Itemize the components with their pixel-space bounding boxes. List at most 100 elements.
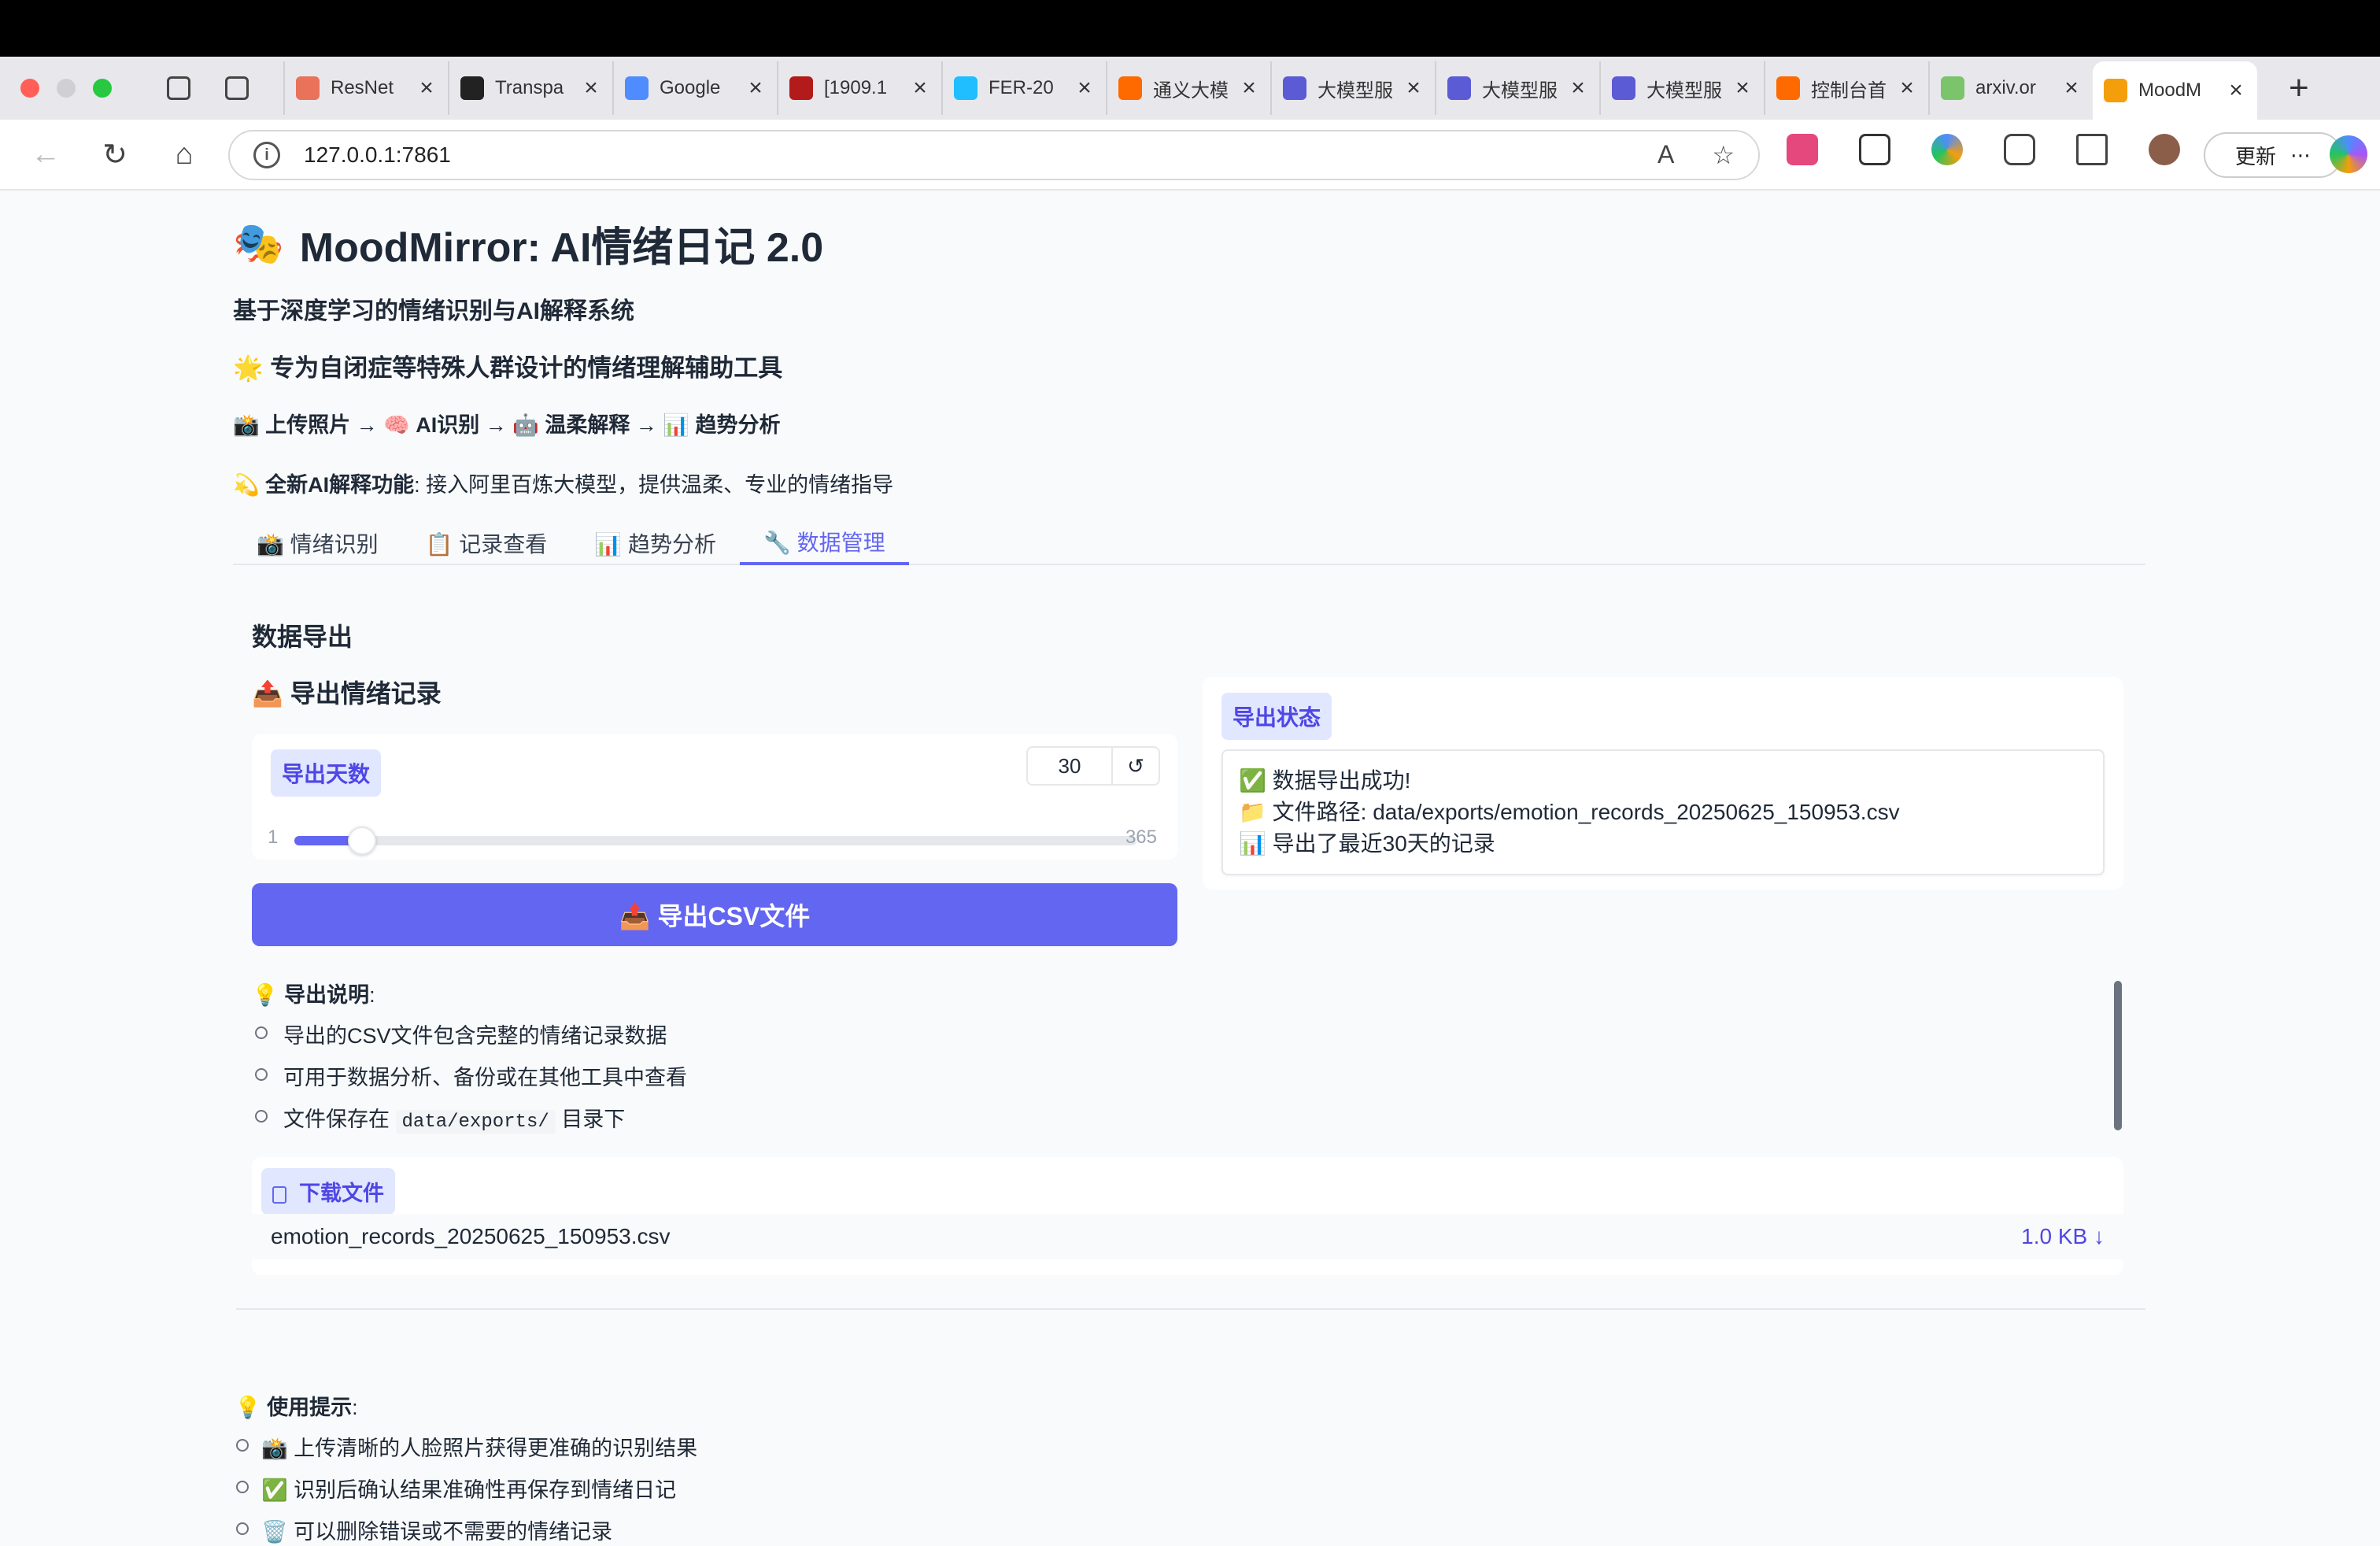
tab-0[interactable]: 📸 情绪识别 — [233, 521, 402, 565]
tips-heading: 💡 使用提示: — [235, 1396, 358, 1419]
page-viewport: 🎭 MoodMirror: AI情绪日记 2.0 基于深度学习的情绪识别与AI解… — [0, 190, 2380, 1546]
status-line: 📊 导出了最近30天的记录 — [1239, 831, 1495, 856]
close-tab-icon[interactable]: × — [1403, 75, 1424, 102]
close-tab-icon[interactable]: × — [1732, 75, 1753, 102]
page-title: 🎭 MoodMirror: AI情绪日记 2.0 — [233, 214, 823, 273]
maximize-window-button[interactable] — [93, 79, 112, 98]
slider-thumb[interactable] — [347, 827, 376, 855]
browser-tab[interactable]: 控制台首 × — [1764, 61, 1928, 115]
url-text: 127.0.0.1:7861 — [304, 142, 451, 167]
close-tab-icon[interactable]: × — [910, 75, 930, 102]
feature-note: 💫 全新AI解释功能: 接入阿里百炼大模型，提供温柔、专业的情绪指导 — [233, 468, 893, 498]
reload-button[interactable]: ↻ — [80, 137, 150, 172]
browser-tab[interactable]: 大模型服 × — [1435, 61, 1599, 115]
favorite-star-icon[interactable]: ☆ — [1712, 140, 1735, 170]
site-info-icon[interactable]: i — [253, 142, 280, 168]
extension-colorful-icon[interactable] — [1931, 134, 1963, 165]
tips-list: 📸 上传清晰的人脸照片获得更准确的识别结果 ✅ 识别后确认结果准确性再保存到情绪… — [233, 1431, 697, 1546]
browser-tab-label: [1909.1 — [824, 77, 888, 98]
close-tab-icon[interactable]: × — [1568, 75, 1588, 102]
app-title: MoodMirror: AI情绪日记 2.0 — [299, 225, 824, 271]
scrollbar-thumb[interactable] — [2114, 981, 2122, 1130]
lightbulb-icon: 💡 — [252, 983, 285, 1007]
tab-3[interactable]: 🔧 数据管理 — [739, 521, 909, 565]
export-status-output: ✅ 数据导出成功! 📁 文件路径: data/exports/emotion_r… — [1221, 749, 2105, 875]
download-file-row[interactable]: emotion_records_20250625_150953.csv 1.0 … — [252, 1214, 2123, 1259]
translate-icon[interactable] — [1787, 134, 1818, 165]
status-line: ✅ 数据导出成功! — [1239, 768, 1411, 793]
close-tab-icon[interactable]: × — [2226, 77, 2246, 104]
home-button[interactable]: ⌂ — [150, 138, 219, 172]
model-icon — [1447, 76, 1471, 100]
browser-tab-label: ResNet — [331, 77, 394, 98]
browser-tab[interactable]: ResNet × — [283, 61, 448, 115]
export-days-value[interactable]: 30 — [1028, 748, 1113, 784]
browser-tab[interactable]: 大模型服 × — [1270, 61, 1435, 115]
browser-tabs: ResNet × Transpa × Google × [1909.1 × FER-20 × 通义大… — [283, 57, 2257, 120]
export-subsection-title: 📤 导出情绪记录 — [252, 679, 442, 708]
close-tab-icon[interactable]: × — [1239, 75, 1259, 102]
close-window-button[interactable] — [20, 79, 39, 98]
tips-title: 使用提示 — [267, 1396, 353, 1419]
new-tab-button[interactable]: + — [2257, 68, 2309, 108]
arxiv-or-icon — [1941, 76, 1964, 100]
browser-tab-label: FER-20 — [989, 77, 1054, 98]
export-days-slider[interactable] — [294, 827, 1136, 855]
browser-tab[interactable]: Transpa × — [448, 61, 612, 115]
close-tab-icon[interactable]: × — [581, 75, 601, 102]
export-days-slider-card: 导出天数 30 ↺ 1 365 — [252, 734, 1177, 860]
read-aloud-icon[interactable]: A — [1658, 140, 1674, 170]
back-button[interactable]: ← — [11, 138, 80, 172]
extensions-puzzle-icon[interactable] — [2004, 134, 2035, 165]
status-line: 📁 文件路径: data/exports/emotion_records_202… — [1239, 800, 1900, 824]
model-icon — [1612, 76, 1635, 100]
aliyun-icon — [1118, 76, 1142, 100]
browser-tab-label: 大模型服 — [1646, 80, 1721, 102]
export-days-number-input[interactable]: 30 ↺ — [1026, 746, 1160, 786]
favorites-icon[interactable] — [2076, 134, 2108, 165]
export-status-card: 导出状态 ✅ 数据导出成功! 📁 文件路径: data/exports/emot… — [1203, 677, 2123, 890]
browser-tab[interactable]: arxiv.or × — [1928, 61, 2093, 115]
slider-min-label: 1 — [268, 827, 279, 848]
tab-actions-menu-icon[interactable] — [225, 76, 249, 100]
github-icon — [460, 76, 484, 100]
masks-icon: 🎭 — [233, 221, 284, 267]
browser-tab[interactable]: [1909.1 × — [777, 61, 941, 115]
close-tab-icon[interactable]: × — [1074, 75, 1095, 102]
close-tab-icon[interactable]: × — [745, 75, 766, 102]
copilot-icon[interactable] — [2330, 135, 2367, 173]
close-tab-icon[interactable]: × — [1897, 75, 1917, 102]
minimize-window-button[interactable] — [57, 79, 76, 98]
model-icon — [1283, 76, 1306, 100]
reset-icon[interactable]: ↺ — [1113, 754, 1159, 779]
export-csv-button[interactable]: 📤 导出CSV文件 — [252, 883, 1177, 946]
browser-tab-label: 控制台首 — [1811, 80, 1886, 102]
browser-tab-label: arxiv.or — [1975, 77, 2036, 98]
workflow-steps: 📸 上传照片 → 🧠 AI识别 → 🤖 温柔解释 → 📊 趋势分析 — [233, 413, 781, 437]
export-section-title: 数据导出 — [252, 623, 353, 651]
more-menu-icon[interactable]: ⋯ — [2290, 143, 2311, 168]
file-name[interactable]: emotion_records_20250625_150953.csv — [271, 1224, 671, 1249]
browser-tab-label: Transpa — [495, 77, 564, 98]
note-text: 文件保存在 — [283, 1108, 396, 1131]
browser-tab[interactable]: 通义大模 × — [1106, 61, 1270, 115]
browser-tab[interactable]: MoodM × — [2093, 61, 2257, 120]
tab-1[interactable]: 📋 记录查看 — [402, 521, 571, 565]
tab-2[interactable]: 📊 趋势分析 — [571, 521, 740, 565]
list-item: 导出的CSV文件包含完整的情绪记录数据 — [252, 1019, 687, 1060]
address-bar[interactable]: i 127.0.0.1:7861 A ☆ — [228, 130, 1760, 180]
update-button[interactable]: 更新 ⋯ — [2204, 132, 2342, 178]
close-tab-icon[interactable]: × — [2061, 75, 2082, 102]
browser-tab[interactable]: FER-20 × — [941, 61, 1106, 115]
aliyun-icon — [1776, 76, 1800, 100]
browser-tab[interactable]: 大模型服 × — [1599, 61, 1764, 115]
arxiv-icon — [789, 76, 813, 100]
browser-tab[interactable]: Google × — [612, 61, 777, 115]
export-days-label: 导出天数 — [271, 749, 382, 797]
workspaces-icon[interactable] — [167, 76, 190, 100]
file-size-download-link[interactable]: 1.0 KB ↓ — [2021, 1224, 2105, 1249]
kaggle-icon — [954, 76, 978, 100]
profile-avatar[interactable] — [2149, 134, 2180, 165]
screenshot-icon[interactable] — [1859, 134, 1890, 165]
close-tab-icon[interactable]: × — [416, 75, 437, 102]
